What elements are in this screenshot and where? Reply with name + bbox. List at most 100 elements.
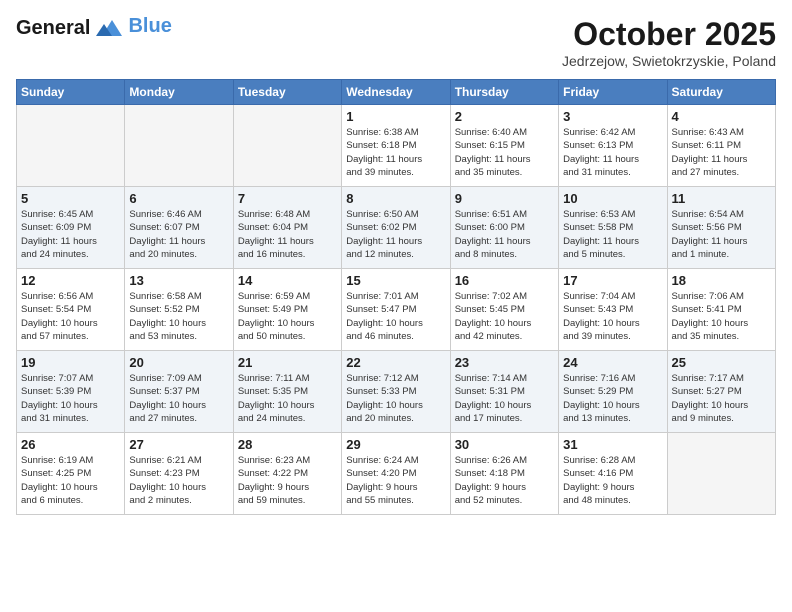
day-number: 1 [346, 109, 445, 124]
calendar: Sunday Monday Tuesday Wednesday Thursday… [16, 79, 776, 515]
month-title: October 2025 [562, 16, 776, 53]
table-row: 11 Sunrise: 6:54 AMSunset: 5:56 PMDayligh… [667, 187, 775, 269]
day-number: 24 [563, 355, 662, 370]
day-number: 23 [455, 355, 554, 370]
day-info: Sunrise: 6:26 AMSunset: 4:18 PMDaylight:… [455, 454, 554, 507]
day-info: Sunrise: 7:12 AMSunset: 5:33 PMDaylight:… [346, 372, 445, 425]
table-row: 24Sunrise: 7:16 AMSunset: 5:29 PMDayligh… [559, 351, 667, 433]
table-row: 23 Sunrise: 7:14 AMSunset: 5:31 PMDayligh… [450, 351, 558, 433]
calendar-week-row: 19 Sunrise: 7:07 AMSunset: 5:39 PMDayligh… [17, 351, 776, 433]
day-info: Sunrise: 7:17 AMSunset: 5:27 PMDaylight:… [672, 372, 771, 425]
day-info: Sunrise: 6:46 AMSunset: 6:07 PMDaylight:… [129, 208, 228, 261]
day-number: 27 [129, 437, 228, 452]
day-number: 10 [563, 191, 662, 206]
day-number: 31 [563, 437, 662, 452]
table-row [17, 105, 125, 187]
col-sunday: Sunday [17, 80, 125, 105]
page: General Blue October 2025 Jedrzejow, Swi… [0, 0, 792, 612]
table-row: 18 Sunrise: 7:06 AMSunset: 5:41 PMDayligh… [667, 269, 775, 351]
table-row: 10Sunrise: 6:53 AMSunset: 5:58 PMDayligh… [559, 187, 667, 269]
table-row: 14 Sunrise: 6:59 AMSunset: 5:49 PMDayligh… [233, 269, 341, 351]
day-info: Sunrise: 6:42 AMSunset: 6:13 PMDaylight:… [563, 126, 662, 179]
day-number: 16 [455, 273, 554, 288]
location-subtitle: Jedrzejow, Swietokrzyskie, Poland [562, 53, 776, 69]
day-number: 8 [346, 191, 445, 206]
col-monday: Monday [125, 80, 233, 105]
day-info: Sunrise: 6:38 AMSunset: 6:18 PMDaylight:… [346, 126, 445, 179]
col-saturday: Saturday [667, 80, 775, 105]
day-info: Sunrise: 6:28 AMSunset: 4:16 PMDaylight:… [563, 454, 662, 507]
day-number: 11 [672, 191, 771, 206]
day-info: Sunrise: 7:07 AMSunset: 5:39 PMDaylight:… [21, 372, 120, 425]
day-info: Sunrise: 6:48 AMSunset: 6:04 PMDaylight:… [238, 208, 337, 261]
table-row: 8Sunrise: 6:50 AMSunset: 6:02 PMDaylight… [342, 187, 450, 269]
day-number: 28 [238, 437, 337, 452]
table-row: 29 Sunrise: 6:24 AMSunset: 4:20 PMDayligh… [342, 433, 450, 515]
table-row: 4Sunrise: 6:43 AMSunset: 6:11 PMDaylight… [667, 105, 775, 187]
day-number: 14 [238, 273, 337, 288]
table-row [667, 433, 775, 515]
day-info: Sunrise: 7:11 AMSunset: 5:35 PMDaylight:… [238, 372, 337, 425]
day-number: 6 [129, 191, 228, 206]
logo: General Blue [16, 16, 172, 40]
day-info: Sunrise: 6:40 AMSunset: 6:15 PMDaylight:… [455, 126, 554, 179]
table-row: 15 Sunrise: 7:01 AMSunset: 5:47 PMDayligh… [342, 269, 450, 351]
day-info: Sunrise: 6:56 AMSunset: 5:54 PMDaylight:… [21, 290, 120, 343]
table-row: 21 Sunrise: 7:11 AMSunset: 5:35 PMDayligh… [233, 351, 341, 433]
day-info: Sunrise: 7:09 AMSunset: 5:37 PMDaylight:… [129, 372, 228, 425]
day-number: 12 [21, 273, 120, 288]
table-row: 6 Sunrise: 6:46 AMSunset: 6:07 PMDaylight… [125, 187, 233, 269]
table-row: 27 Sunrise: 6:21 AMSunset: 4:23 PMDayligh… [125, 433, 233, 515]
day-info: Sunrise: 6:51 AMSunset: 6:00 PMDaylight:… [455, 208, 554, 261]
day-info: Sunrise: 7:04 AMSunset: 5:43 PMDaylight:… [563, 290, 662, 343]
header: General Blue October 2025 Jedrzejow, Swi… [16, 16, 776, 69]
day-info: Sunrise: 7:06 AMSunset: 5:41 PMDaylight:… [672, 290, 771, 343]
day-number: 7 [238, 191, 337, 206]
day-number: 30 [455, 437, 554, 452]
day-number: 26 [21, 437, 120, 452]
calendar-week-row: 26 Sunrise: 6:19 AMSunset: 4:25 PMDayligh… [17, 433, 776, 515]
day-number: 18 [672, 273, 771, 288]
table-row: 28Sunrise: 6:23 AMSunset: 4:22 PMDayligh… [233, 433, 341, 515]
day-info: Sunrise: 7:02 AMSunset: 5:45 PMDaylight:… [455, 290, 554, 343]
table-row: 7 Sunrise: 6:48 AMSunset: 6:04 PMDaylight… [233, 187, 341, 269]
col-thursday: Thursday [450, 80, 558, 105]
table-row: 22 Sunrise: 7:12 AMSunset: 5:33 PMDayligh… [342, 351, 450, 433]
day-number: 22 [346, 355, 445, 370]
table-row: 30 Sunrise: 6:26 AMSunset: 4:18 PMDayligh… [450, 433, 558, 515]
day-info: Sunrise: 6:59 AMSunset: 5:49 PMDaylight:… [238, 290, 337, 343]
day-info: Sunrise: 6:21 AMSunset: 4:23 PMDaylight:… [129, 454, 228, 507]
title-block: October 2025 Jedrzejow, Swietokrzyskie, … [562, 16, 776, 69]
table-row: 17 Sunrise: 7:04 AMSunset: 5:43 PMDayligh… [559, 269, 667, 351]
day-number: 15 [346, 273, 445, 288]
table-row: 25 Sunrise: 7:17 AMSunset: 5:27 PMDayligh… [667, 351, 775, 433]
table-row: 1 Sunrise: 6:38 AMSunset: 6:18 PMDaylight… [342, 105, 450, 187]
day-info: Sunrise: 6:45 AMSunset: 6:09 PMDaylight:… [21, 208, 120, 261]
day-number: 3 [563, 109, 662, 124]
calendar-header-row: Sunday Monday Tuesday Wednesday Thursday… [17, 80, 776, 105]
day-number: 29 [346, 437, 445, 452]
day-info: Sunrise: 7:01 AMSunset: 5:47 PMDaylight:… [346, 290, 445, 343]
day-info: Sunrise: 7:14 AMSunset: 5:31 PMDaylight:… [455, 372, 554, 425]
table-row: 20Sunrise: 7:09 AMSunset: 5:37 PMDayligh… [125, 351, 233, 433]
col-tuesday: Tuesday [233, 80, 341, 105]
logo-general: General [16, 17, 90, 40]
day-number: 21 [238, 355, 337, 370]
table-row: 9 Sunrise: 6:51 AMSunset: 6:00 PMDaylight… [450, 187, 558, 269]
calendar-week-row: 1 Sunrise: 6:38 AMSunset: 6:18 PMDaylight… [17, 105, 776, 187]
col-wednesday: Wednesday [342, 80, 450, 105]
table-row: 19 Sunrise: 7:07 AMSunset: 5:39 PMDayligh… [17, 351, 125, 433]
calendar-week-row: 12 Sunrise: 6:56 AMSunset: 5:54 PMDayligh… [17, 269, 776, 351]
day-info: Sunrise: 6:43 AMSunset: 6:11 PMDaylight:… [672, 126, 771, 179]
logo-icon [94, 16, 124, 40]
day-number: 2 [455, 109, 554, 124]
day-number: 9 [455, 191, 554, 206]
table-row: 2 Sunrise: 6:40 AMSunset: 6:15 PMDaylight… [450, 105, 558, 187]
day-number: 25 [672, 355, 771, 370]
day-info: Sunrise: 6:24 AMSunset: 4:20 PMDaylight:… [346, 454, 445, 507]
day-number: 19 [21, 355, 120, 370]
day-info: Sunrise: 6:54 AMSunset: 5:56 PMDaylight:… [672, 208, 771, 261]
day-info: Sunrise: 6:19 AMSunset: 4:25 PMDaylight:… [21, 454, 120, 507]
table-row: 13Sunrise: 6:58 AMSunset: 5:52 PMDayligh… [125, 269, 233, 351]
day-number: 17 [563, 273, 662, 288]
